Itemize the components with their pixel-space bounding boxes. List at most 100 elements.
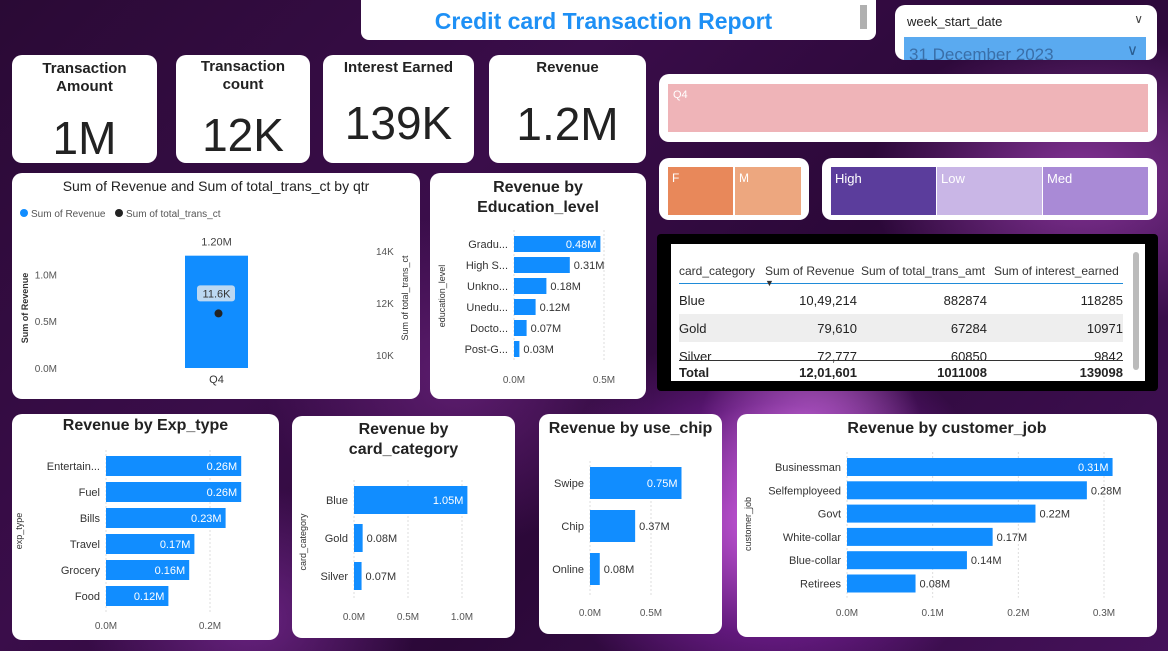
week-start-date-slicer[interactable]: week_start_date ∨ 31 December 2023 ∨	[895, 5, 1157, 60]
data-label: 0.37M	[639, 521, 670, 533]
category-label: Selfemployeed	[768, 485, 841, 497]
table-header-row: card_category Sum of Revenue Sum of tota…	[679, 256, 1123, 288]
table-header-cell[interactable]: card_category	[679, 264, 755, 278]
legend-label: Sum of total_trans_ct	[126, 209, 221, 220]
kpi-title: Revenue	[536, 59, 599, 76]
x-tick-label: 0.1M	[922, 608, 944, 619]
table-row[interactable]: Gold 79,610 67284 10971	[679, 314, 1123, 342]
table-cell: Blue	[679, 293, 706, 308]
data-label: 0.22M	[1039, 509, 1070, 521]
kpi-interest-earned: Interest Earned 139K	[323, 55, 474, 163]
category-label: Unedu...	[466, 302, 508, 314]
table-header-cell[interactable]: Sum of total_trans_amt	[861, 264, 985, 278]
y-axis-label: exp_type	[14, 513, 24, 550]
bar[interactable]	[590, 553, 600, 585]
table-cell: 118285	[1080, 293, 1123, 308]
bar[interactable]	[514, 278, 547, 294]
legend-label: Sum of Revenue	[31, 209, 106, 220]
kpi-revenue: Revenue 1.2M	[489, 55, 646, 163]
table-cell: Total	[679, 365, 710, 380]
bar[interactable]	[847, 574, 916, 593]
category-label: Food	[75, 591, 100, 603]
bar[interactable]	[514, 299, 536, 315]
data-label: 0.16M	[155, 565, 186, 577]
x-tick-label: 1.0M	[451, 612, 473, 623]
table-header-cell[interactable]: Sum of Revenue	[765, 264, 854, 278]
table-cell: 79,610	[817, 321, 857, 336]
y-axis-label: education_level	[437, 265, 447, 328]
title-scrollbar[interactable]	[860, 5, 867, 29]
category-label: Blue-collar	[789, 555, 841, 567]
category-label: Unkno...	[467, 281, 508, 293]
data-label: 0.08M	[920, 579, 951, 591]
dropdown-chevron-icon[interactable]: ∨	[1127, 41, 1138, 59]
data-label: 0.31M	[1078, 462, 1109, 474]
y-tick-label: 1.0M	[35, 270, 57, 281]
bar[interactable]	[847, 551, 967, 570]
category-label: White-collar	[783, 532, 841, 544]
x-tick-label: 0.2M	[1007, 608, 1029, 619]
data-label: 0.26M	[207, 487, 238, 499]
x-tick-label: 0.0M	[95, 621, 117, 632]
data-label: 0.17M	[160, 539, 191, 551]
customer-job-chart-card: Revenue by customer_job 0.0M 0.1M 0.2M 0.3M…	[737, 414, 1157, 637]
y-axis-label: Sum of Revenue	[20, 273, 30, 344]
kpi-value: 1M	[52, 112, 117, 163]
table-cell: 10971	[1086, 321, 1123, 336]
kpi-title: Transaction count	[200, 58, 286, 93]
kpi-title: Transaction Amount	[42, 60, 127, 95]
treemap-tile-high[interactable]: High	[831, 167, 936, 215]
bar[interactable]	[354, 562, 362, 590]
kpi-transaction-amount: Transaction Amount 1M	[12, 55, 157, 163]
category-label: Travel	[70, 539, 100, 551]
exp-type-chart: 0.0M 0.2M exp_type Entertain... 0.26M Fuel 0.2…	[14, 450, 242, 632]
bar[interactable]	[847, 527, 993, 546]
bar[interactable]	[590, 510, 636, 542]
category-label: High S...	[466, 260, 508, 272]
report-title: Credit card Transaction Report	[434, 8, 773, 34]
table-cell: 1011008	[937, 365, 987, 380]
kpi-value: 1.2M	[516, 98, 619, 150]
treemap-tile-f[interactable]: F	[668, 167, 733, 215]
chevron-down-icon[interactable]: ∨	[1134, 12, 1143, 26]
y-tick-label: 0.5M	[35, 317, 57, 328]
y-axis-label: card_category	[298, 513, 308, 571]
slicer-dropdown[interactable]: 31 December 2023 ∨	[904, 37, 1146, 60]
kpi-transaction-count: Transaction count 12K	[176, 55, 310, 163]
bar[interactable]	[354, 524, 363, 552]
bar[interactable]	[514, 257, 570, 273]
combo-chart-card: Sum of Revenue and Sum of total_trans_ct…	[12, 173, 420, 399]
table-scrollbar[interactable]	[1133, 252, 1139, 370]
bar[interactable]	[514, 320, 527, 336]
x-tick-label: 0.5M	[640, 608, 662, 619]
bar[interactable]	[847, 504, 1036, 523]
treemap-tile-med[interactable]: Med	[1043, 167, 1148, 215]
bar[interactable]	[847, 458, 1113, 476]
data-label: 0.28M	[1091, 485, 1122, 497]
card-category-table-frame: card_category Sum of Revenue Sum of tota…	[657, 234, 1158, 391]
treemap-tile-m[interactable]: M	[735, 167, 801, 215]
use-chip-chart: 0.0M 0.5M Swipe 0.75M Chip 0.37M Online 0.08M	[552, 461, 682, 619]
category-label: Blue	[326, 495, 348, 507]
y2-tick-label: 14K	[376, 247, 394, 258]
x-tick-label: 0.0M	[503, 375, 525, 386]
table-cell: 882874	[943, 293, 987, 308]
treemap-tile-q4[interactable]: Q4	[668, 84, 1148, 132]
data-label: 0.07M	[366, 571, 397, 583]
table-row[interactable]: Blue 10,49,214 882874 118285	[679, 286, 1123, 314]
category-label: Fuel	[79, 487, 100, 499]
bar[interactable]	[847, 481, 1087, 500]
table-cell: 10,49,214	[799, 293, 857, 308]
data-label: 0.14M	[971, 555, 1002, 567]
slicer-selected-value: 31 December 2023	[909, 45, 1054, 60]
slicer-label: week_start_date	[907, 14, 1003, 29]
category-label: Govt	[818, 509, 841, 521]
treemap-tile-low[interactable]: Low	[937, 167, 1042, 215]
category-label: Gold	[325, 533, 348, 545]
category-label: Swipe	[554, 478, 584, 490]
data-label: 0.07M	[531, 323, 562, 335]
table-header-cell[interactable]: Sum of interest_earned	[994, 264, 1119, 278]
x-tick-label: 0.0M	[836, 608, 858, 619]
category-label: Businessman	[775, 462, 841, 474]
bar[interactable]	[514, 341, 520, 357]
